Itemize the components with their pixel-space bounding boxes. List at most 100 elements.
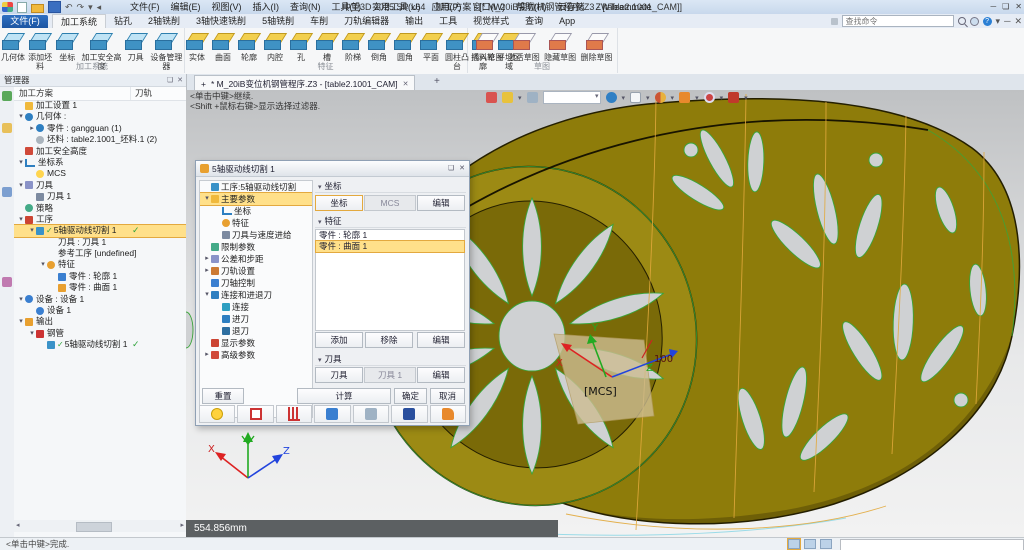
menu-item[interactable]: 插入(I) xyxy=(253,0,280,14)
dialog-tree-row[interactable]: ▾ 主要参数 xyxy=(200,193,312,205)
tree-row[interactable]: ▾ 特征 xyxy=(14,259,186,270)
tree-row[interactable]: 加工设置 1 xyxy=(14,100,186,111)
save-file-icon[interactable] xyxy=(48,1,61,13)
shaded-display-icon[interactable] xyxy=(606,92,617,103)
dialog-collapse-icon[interactable] xyxy=(448,161,454,177)
ribbon-button[interactable]: 坐标 xyxy=(54,30,80,62)
revert-params-button[interactable] xyxy=(430,405,466,423)
menu-item[interactable]: 编辑(E) xyxy=(171,0,201,14)
reset-button[interactable]: 重置 xyxy=(202,388,244,404)
ribbon-tab[interactable]: 输出 xyxy=(397,14,431,28)
ribbon-button[interactable]: 平面 xyxy=(418,30,444,62)
feature-list-item[interactable]: 零件 : 轮廓 1 xyxy=(316,230,464,241)
tool-pick-button[interactable]: 刀具 xyxy=(315,367,363,383)
expand-arrow-icon[interactable]: ▾ xyxy=(17,316,25,327)
toolpath-preview-button[interactable] xyxy=(276,405,312,423)
expand-arrow-icon[interactable]: ▾ xyxy=(17,294,25,305)
role-tab-icon[interactable] xyxy=(2,277,12,287)
dialog-tree-row[interactable]: 坐标 xyxy=(200,205,312,217)
new-file-icon[interactable] xyxy=(17,2,27,13)
clamp-display-icon[interactable] xyxy=(728,92,739,103)
help-dropdown-icon[interactable] xyxy=(996,14,1001,28)
expand-arrow-icon[interactable]: ▾ xyxy=(17,180,25,191)
feature-list-item[interactable]: 零件 : 曲面 1 xyxy=(316,241,464,252)
ribbon-tab[interactable]: 钻孔 xyxy=(106,14,140,28)
ok-button[interactable]: 确定 xyxy=(394,388,427,404)
feature-section-header[interactable]: 特征 xyxy=(315,215,466,228)
tree-row[interactable]: 刀具 : 刀具 1 xyxy=(14,237,186,248)
filter-combobox[interactable] xyxy=(543,91,601,104)
dialog-tree-row[interactable]: ▸ 高级参数 xyxy=(200,349,312,361)
monitor-icon[interactable] xyxy=(804,539,816,549)
menu-item[interactable]: 窗口(W) xyxy=(473,0,506,14)
ribbon-tab[interactable]: 刀轨编辑器 xyxy=(336,14,397,28)
tree-row[interactable]: 参考工序 [undefined] xyxy=(14,248,186,259)
panel-close-icon[interactable] xyxy=(177,74,183,87)
scroll-right-icon[interactable]: ▸ xyxy=(180,520,184,532)
tool-edit-button[interactable]: 编辑 xyxy=(417,367,465,383)
expand-arrow-icon[interactable]: ▾ xyxy=(28,328,36,339)
menu-item[interactable]: 视图(V) xyxy=(212,0,242,14)
column-toolpath[interactable]: 刀轨 xyxy=(130,87,152,100)
wireframe-display-icon[interactable] xyxy=(630,92,641,103)
feature-remove-button[interactable]: 移除 xyxy=(365,332,413,348)
dialog-tree-row[interactable]: 刀轴控制 xyxy=(200,277,312,289)
dialog-tree-row[interactable]: 显示参数 xyxy=(200,337,312,349)
coord-edit-button[interactable]: 编辑 xyxy=(417,195,465,211)
ribbon-tab[interactable]: 车削 xyxy=(302,14,336,28)
tree-row[interactable]: ▸ 零件 : gangguan (1) xyxy=(14,123,186,134)
menu-item[interactable]: 应用(P) xyxy=(432,0,462,14)
dialog-tree-row[interactable]: 连接 xyxy=(200,301,312,313)
visual-manager-tab-icon[interactable] xyxy=(2,187,12,197)
menu-item[interactable]: 文件(F) xyxy=(130,0,160,14)
pin-icon[interactable] xyxy=(831,18,838,25)
coord-pick-button[interactable]: 坐标 xyxy=(315,195,363,211)
expand-arrow-icon[interactable]: ▾ xyxy=(17,111,25,122)
dialog-tree-row[interactable]: ▸ 公差和步距 xyxy=(200,253,312,265)
expand-arrow-icon[interactable]: ▾ xyxy=(203,193,211,205)
ribbon-button[interactable]: 插入草图 xyxy=(471,30,503,62)
close-doc-icon[interactable] xyxy=(1014,14,1022,28)
ribbon-tab[interactable]: 2轴铣削 xyxy=(140,14,188,28)
history-tab-icon[interactable] xyxy=(2,123,12,133)
ribbon-button[interactable]: 圆角 xyxy=(392,30,418,62)
dialog-title-bar[interactable]: 5轴驱动线切割 1 xyxy=(196,161,469,177)
search-icon[interactable] xyxy=(958,17,966,25)
ribbon-button[interactable]: 轮廓 xyxy=(236,30,262,62)
ribbon-button[interactable]: 孔 xyxy=(288,30,314,62)
expand-arrow-icon[interactable]: ▸ xyxy=(203,253,211,265)
expand-arrow-icon[interactable]: ▸ xyxy=(203,349,211,361)
ribbon-tab[interactable]: 3轴快速铣削 xyxy=(188,14,254,28)
expand-arrow-icon[interactable]: ▾ xyxy=(28,225,36,236)
ribbon-button[interactable]: 隐藏草图 xyxy=(544,30,576,62)
expand-arrow-icon[interactable]: ▾ xyxy=(203,289,211,301)
tree-row[interactable]: 零件 : 轮廓 1 xyxy=(14,271,186,282)
manager-tree-tab-icon[interactable] xyxy=(2,91,12,101)
scroll-thumb[interactable] xyxy=(76,522,112,532)
close-icon[interactable] xyxy=(1015,0,1022,13)
tree-row[interactable]: ▾ 刀具 xyxy=(14,180,186,191)
menu-item[interactable]: ZWTeammate xyxy=(596,0,652,14)
ribbon-button[interactable]: 激活草图 xyxy=(508,30,540,62)
tab-close-icon[interactable] xyxy=(403,80,409,88)
dialog-tree-row[interactable]: 限制参数 xyxy=(200,241,312,253)
coord-section-header[interactable]: 坐标 xyxy=(315,180,466,193)
ribbon-tab[interactable]: App xyxy=(551,14,583,28)
menu-item[interactable]: 实用工具(U) xyxy=(372,0,421,14)
menu-item[interactable]: 查询(N) xyxy=(290,0,321,14)
edit-profile-button[interactable] xyxy=(237,405,273,423)
ribbon-button[interactable]: 曲面 xyxy=(210,30,236,62)
view-orientation-icon[interactable] xyxy=(704,92,715,103)
expand-arrow-icon[interactable]: ▸ xyxy=(28,123,36,134)
ribbon-tab[interactable]: 查询 xyxy=(517,14,551,28)
qat-customize-icon[interactable] xyxy=(88,0,93,14)
document-tab[interactable]: * M_20iB变位机钢管程序.Z3 - [table2.1001_CAM] xyxy=(194,75,415,91)
pick-pencil-icon[interactable] xyxy=(502,92,513,103)
open-file-icon[interactable] xyxy=(31,4,44,13)
ribbon-button[interactable]: 阶梯 xyxy=(340,30,366,62)
undo-icon[interactable] xyxy=(65,0,73,14)
exit-environment-icon[interactable] xyxy=(486,92,497,103)
panel-toggle-icon[interactable] xyxy=(820,539,832,549)
scroll-left-icon[interactable]: ◂ xyxy=(16,520,20,532)
display-mode-icon[interactable] xyxy=(788,539,800,549)
